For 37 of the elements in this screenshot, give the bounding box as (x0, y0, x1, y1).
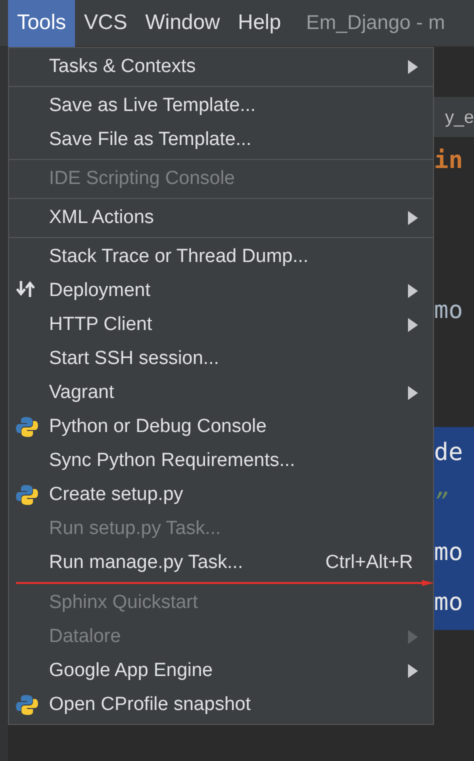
menu-item[interactable]: Start SSH session... (9, 342, 433, 376)
menu-item[interactable]: Run manage.py Task... Ctrl+Alt+R (9, 546, 433, 580)
menu-item[interactable]: Sync Python Requirements... (9, 444, 433, 478)
menu-item[interactable]: Open CProfile snapshot (9, 688, 433, 722)
code-text: mo (434, 537, 463, 568)
up-down-arrows-icon (15, 279, 37, 299)
code-text: in (434, 144, 463, 176)
submenu-arrow-icon (407, 60, 419, 74)
code-text: mo (434, 587, 463, 618)
menu-item[interactable]: Save File as Template... (9, 123, 433, 157)
code-text: mo (434, 294, 463, 326)
menu-item[interactable]: Vagrant (9, 376, 433, 410)
submenu-arrow-icon (407, 630, 419, 644)
menu-item[interactable]: Tasks & Contexts (9, 50, 433, 84)
menu-item[interactable]: Create setup.py (9, 478, 433, 512)
submenu-arrow-icon (407, 284, 419, 298)
python-icon (15, 415, 39, 439)
menu-item[interactable]: Python or Debug Console (9, 410, 433, 444)
menu-bar-item[interactable]: Window (136, 0, 229, 46)
menu-bar-item[interactable]: Tools (8, 0, 76, 46)
window-title: Em_Django - m (306, 11, 446, 36)
submenu-arrow-icon (407, 211, 419, 225)
menu-item[interactable]: XML Actions (9, 201, 433, 235)
menu-bar-item[interactable]: Help (228, 0, 290, 46)
menu-item[interactable]: Save as Live Template... (9, 89, 433, 123)
menu-item[interactable]: Google App Engine (9, 654, 433, 688)
submenu-arrow-icon (407, 664, 419, 678)
code-text: de (434, 437, 463, 468)
menu-item[interactable]: Stack Trace or Thread Dump... (9, 240, 433, 274)
submenu-arrow-icon (407, 386, 419, 400)
python-icon (15, 483, 39, 507)
menu-bar-item[interactable]: VCS (75, 0, 136, 46)
submenu-arrow-icon (407, 318, 419, 332)
code-text: ” (434, 487, 448, 518)
python-icon (15, 693, 39, 717)
menu-item[interactable]: Deployment (9, 274, 433, 308)
menu-item[interactable]: HTTP Client (9, 308, 433, 342)
